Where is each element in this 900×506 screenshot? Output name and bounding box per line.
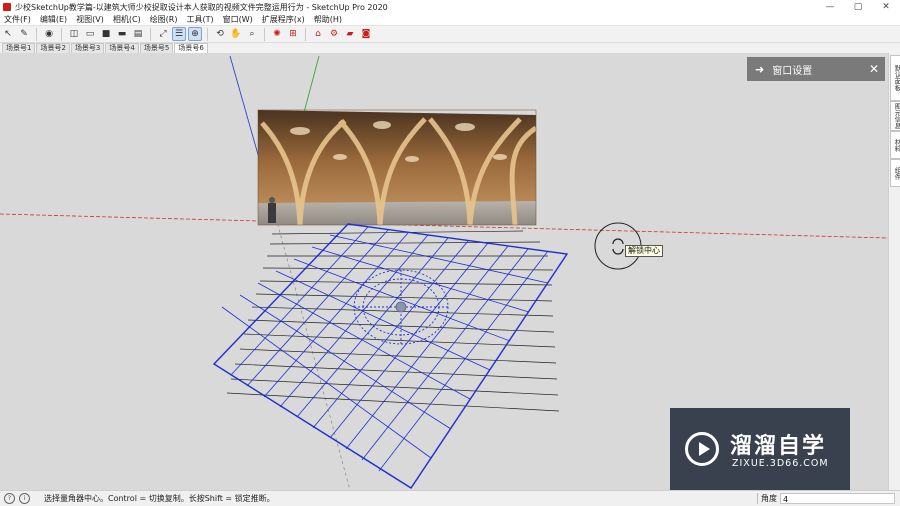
tray-panel-header[interactable]: ➜ 窗口设置 ✕ xyxy=(747,57,885,81)
status-bar: ? i 选择量角器中心。Control = 切换复制。长按Shift = 锁定推… xyxy=(0,490,900,506)
guide-lines xyxy=(226,230,560,412)
watermark-url: ZIXUE.3D66.COM xyxy=(732,458,829,469)
toolbar-divider xyxy=(207,27,208,41)
scene-tab[interactable]: 场景号3 xyxy=(70,43,105,53)
window-title: 少校SketchUp教学篇-以建筑大师少校捉取设计本人获取的视频文件完整运用行为… xyxy=(15,2,388,12)
view-iso-icon[interactable]: ◫ xyxy=(67,27,81,41)
rail-tab-default[interactable]: 默认面板 xyxy=(890,55,900,101)
zoom-tool-icon[interactable]: ⌕ xyxy=(245,27,259,41)
minimize-button[interactable]: — xyxy=(816,0,844,14)
orbit-tool-icon[interactable]: ⟲ xyxy=(213,27,227,41)
toolbar-divider xyxy=(264,27,265,41)
menu-view[interactable]: 视图(V) xyxy=(72,14,109,25)
toolbar-divider xyxy=(36,27,37,41)
info-icon[interactable]: i xyxy=(19,493,30,504)
menu-file[interactable]: 文件(F) xyxy=(0,14,36,25)
sketchup-logo-icon xyxy=(3,3,11,11)
menu-bar: 文件(F) 编辑(E) 视图(V) 相机(C) 绘图(R) 工具(T) 窗口(W… xyxy=(0,14,900,25)
toolbar-divider xyxy=(150,27,151,41)
maximize-button[interactable]: ▢ xyxy=(844,0,872,14)
geolocation-icon[interactable]: ? xyxy=(4,493,15,504)
status-hint: 选择量角器中心。Control = 切换复制。长按Shift = 锁定推断。 xyxy=(44,494,275,503)
view-front-icon[interactable]: ■ xyxy=(99,27,113,41)
close-icon[interactable]: ✕ xyxy=(869,62,879,76)
toolbar-divider xyxy=(61,27,62,41)
close-button[interactable]: ✕ xyxy=(872,0,900,14)
watermark-title: 溜溜自学 xyxy=(730,434,827,459)
dimension-tool-icon[interactable]: ☰ xyxy=(172,27,186,41)
solar-north-icon[interactable]: ✺ xyxy=(270,27,284,41)
scene-tab[interactable]: 场景号2 xyxy=(36,43,70,53)
warehouse-icon[interactable]: ⌂ xyxy=(311,27,325,41)
protractor-tool-icon[interactable]: ⊕ xyxy=(188,27,202,41)
pan-tool-icon[interactable]: ✋ xyxy=(229,27,243,41)
rail-tab-components[interactable]: 组件 xyxy=(890,159,900,187)
view-right-icon[interactable]: ▬ xyxy=(115,27,129,41)
extension-folder-icon[interactable]: ▰ xyxy=(343,27,357,41)
extension-gear-icon[interactable]: ⚙ xyxy=(327,27,341,41)
tape-measure-icon[interactable]: ⤢ xyxy=(156,27,170,41)
scene-tab-active[interactable]: 场景号6 xyxy=(174,43,208,53)
architecture-photo[interactable] xyxy=(257,109,538,226)
toolbar-divider xyxy=(305,27,306,41)
right-dock: 默认面板 图元信息 材料 组件 xyxy=(888,53,900,490)
scene-tab[interactable]: 场景号4 xyxy=(105,43,139,53)
window-controls: — ▢ ✕ xyxy=(816,0,900,14)
play-logo-icon xyxy=(685,432,719,466)
menu-camera[interactable]: 相机(C) xyxy=(109,14,146,25)
measurement-input[interactable]: 4 xyxy=(780,493,895,504)
section-plane-icon[interactable]: ⊞ xyxy=(286,27,300,41)
rail-tab-entity-info[interactable]: 图元信息 xyxy=(890,101,900,131)
view-back-icon[interactable]: ▤ xyxy=(131,27,145,41)
tray-pin-icon[interactable]: ➜ xyxy=(755,63,764,76)
menu-tools[interactable]: 工具(T) xyxy=(183,14,219,25)
human-figure-icon xyxy=(268,197,276,223)
measurement-label: 角度 xyxy=(757,493,777,504)
menu-help[interactable]: 帮助(H) xyxy=(310,14,347,25)
scene-tab[interactable]: 场景号5 xyxy=(139,43,174,53)
title-bar: 少校SketchUp教学篇-以建筑大师少校捉取设计本人获取的视频文件完整运用行为… xyxy=(0,0,900,14)
watermark: 溜溜自学 ZIXUE.3D66.COM xyxy=(670,408,850,492)
tray-title: 窗口设置 xyxy=(772,65,813,77)
select-tool-icon[interactable]: ↖ xyxy=(1,27,15,41)
scene-tab[interactable]: 场景号1 xyxy=(2,43,36,53)
paint-bucket-icon[interactable]: ◉ xyxy=(42,27,56,41)
cursor-tooltip: 解锁中心 xyxy=(625,245,663,257)
rail-tab-materials[interactable]: 材料 xyxy=(890,131,900,159)
extension-camera-icon[interactable]: ◙ xyxy=(359,27,373,41)
menu-draw[interactable]: 绘图(R) xyxy=(146,14,183,25)
view-top-icon[interactable]: ▭ xyxy=(83,27,97,41)
eraser-tool-icon[interactable]: ✎ xyxy=(17,27,31,41)
menu-extensions[interactable]: 扩展程序(x) xyxy=(258,14,310,25)
toolbar: ↖ ✎ ◉ ◫ ▭ ■ ▬ ▤ ⤢ ☰ ⊕ ⟲ ✋ ⌕ ✺ ⊞ ⌂ ⚙ ▰ ◙ xyxy=(0,25,900,43)
menu-window[interactable]: 窗口(W) xyxy=(219,14,258,25)
grid-center-point xyxy=(395,301,407,313)
scene-tabs: 场景号1 场景号2 场景号3 场景号4 场景号5 场景号6 xyxy=(0,43,900,53)
menu-edit[interactable]: 编辑(E) xyxy=(36,14,72,25)
